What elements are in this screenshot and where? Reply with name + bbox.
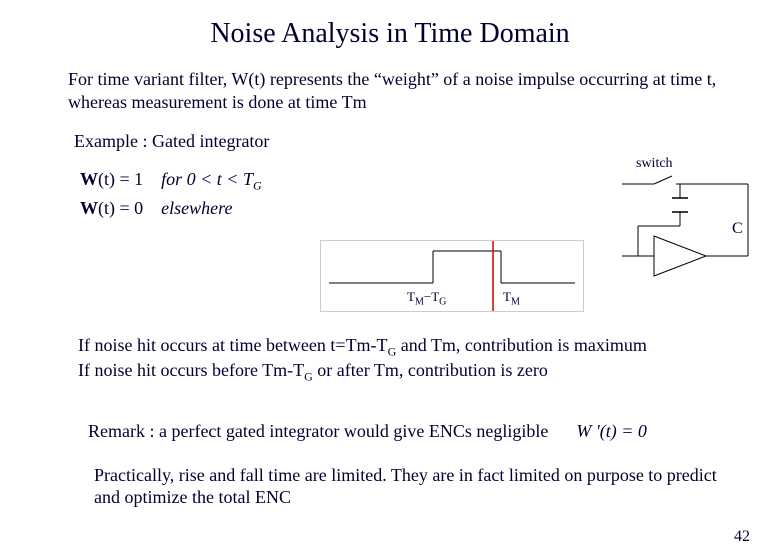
capacitor-label: C [732, 220, 743, 238]
cond2-b: or after Tm, contribution is zero [313, 360, 548, 380]
eq1-cond-sub: G [253, 179, 262, 193]
waveform-svg [321, 241, 583, 311]
practically-paragraph: Practically, rise and fall time are limi… [94, 464, 730, 509]
wave-left-sub: M [415, 297, 424, 308]
page-title: Noise Analysis in Time Domain [0, 18, 780, 50]
wave-right-T: T [503, 289, 511, 304]
waveform-diagram: TM−TG TM [320, 240, 584, 312]
cond2-a: If noise hit occurs before Tm-T [78, 360, 304, 380]
cond1-sub: G [388, 344, 397, 358]
condition-2: If noise hit occurs before Tm-TG or afte… [78, 359, 740, 385]
cond1-b: and Tm, contribution is maximum [396, 335, 647, 355]
wave-left-T: T [407, 289, 415, 304]
wave-left-sub2: G [439, 297, 446, 308]
conditions-block: If noise hit occurs at time between t=Tm… [78, 334, 740, 385]
wave-label-right: TM [503, 289, 520, 308]
page-number: 42 [734, 528, 750, 546]
eq1-for: for [161, 169, 187, 189]
condition-1: If noise hit occurs at time between t=Tm… [78, 334, 740, 360]
remark-text: Remark : a perfect gated integrator woul… [88, 421, 548, 442]
wave-left-T2: T [431, 289, 439, 304]
eq1-cond: 0 < t < T [187, 169, 253, 189]
eq2-cond: elsewhere [161, 198, 232, 218]
intro-paragraph: For time variant filter, W(t) represents… [68, 68, 740, 113]
eq1-arg: (t) = 1 [98, 169, 143, 189]
wave-right-sub: M [511, 297, 520, 308]
cond2-sub: G [304, 370, 313, 384]
cond1-a: If noise hit occurs at time between t=Tm… [78, 335, 388, 355]
eq2-w: W [80, 198, 98, 218]
example-heading: Example : Gated integrator [74, 131, 780, 152]
remark-row: Remark : a perfect gated integrator woul… [88, 421, 780, 442]
eq1-w: W [80, 169, 98, 189]
wprime-eq: W '(t) = 0 [576, 421, 646, 442]
eq2-arg: (t) = 0 [98, 198, 143, 218]
wave-label-left: TM−TG [407, 289, 446, 308]
